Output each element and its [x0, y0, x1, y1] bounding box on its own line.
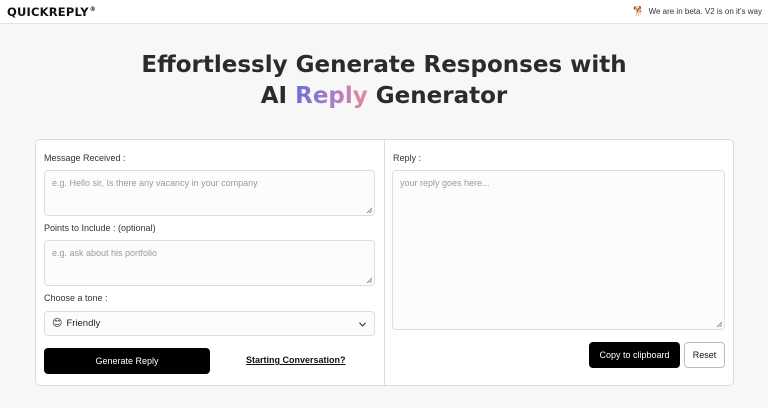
points-input[interactable]: e.g. ask about his portfolio [44, 240, 375, 286]
brand-logo[interactable]: QUICKREPLY® [7, 5, 96, 19]
message-input[interactable]: e.g. Hello sir, Is there any vacancy in … [44, 170, 375, 216]
panel-divider [384, 140, 385, 385]
resize-handle-icon[interactable] [366, 207, 372, 213]
beta-text: We are in beta. V2 is on it's way [648, 7, 762, 16]
message-placeholder: e.g. Hello sir, Is there any vacancy in … [52, 178, 258, 188]
resize-handle-icon[interactable] [366, 277, 372, 283]
smiling-face-icon: 😊 [52, 318, 63, 329]
top-bar: QUICKREPLY® 🐕 We are in beta. V2 is on i… [0, 0, 768, 24]
dog-emoji-icon: 🐕 [633, 6, 645, 16]
message-label: Message Received : [44, 153, 126, 163]
reply-placeholder: your reply goes here... [400, 178, 490, 188]
points-placeholder: e.g. ask about his portfolio [52, 248, 158, 258]
title-suffix: Generator [367, 83, 508, 109]
brand-name: QUICKREPLY [7, 5, 89, 19]
tone-select[interactable]: 😊 Friendly [44, 311, 375, 336]
registered-mark: ® [89, 6, 96, 14]
tone-label: Choose a tone : [44, 293, 108, 303]
page-title: Effortlessly Generate Responses with AI … [0, 50, 768, 112]
tone-selected-value: Friendly [66, 318, 101, 329]
copy-to-clipboard-button[interactable]: Copy to clipboard [589, 342, 680, 368]
chevron-down-icon [359, 322, 366, 327]
reply-output[interactable]: your reply goes here... [392, 170, 725, 330]
reply-label: Reply : [393, 153, 422, 163]
points-label: Points to Include : (optional) [44, 223, 156, 233]
reset-button[interactable]: Reset [684, 342, 725, 368]
starting-conversation-link[interactable]: Starting Conversation? [246, 355, 346, 365]
title-highlight: Reply [295, 83, 368, 109]
reply-generator-card: Message Received : e.g. Hello sir, Is th… [35, 139, 734, 386]
title-prefix: AI [260, 83, 296, 109]
generate-reply-button[interactable]: Generate Reply [44, 348, 210, 374]
resize-handle-icon[interactable] [716, 321, 722, 327]
title-line-2: AI Reply Generator [0, 81, 768, 112]
title-line-1: Effortlessly Generate Responses with [141, 52, 627, 78]
beta-notice: 🐕 We are in beta. V2 is on it's way [633, 6, 762, 17]
